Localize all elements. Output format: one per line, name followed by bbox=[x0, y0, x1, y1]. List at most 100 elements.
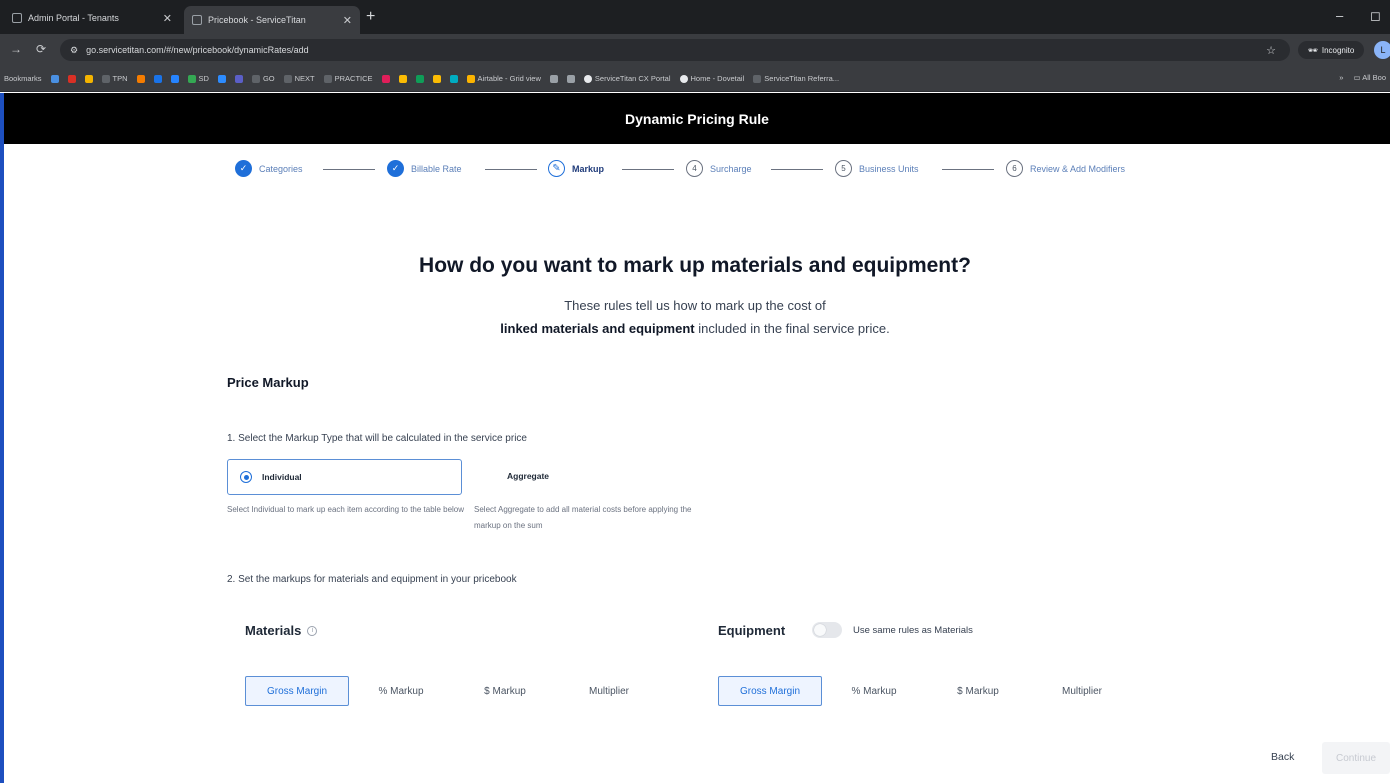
equipment-dollar-markup-option[interactable]: $ Markup bbox=[926, 676, 1030, 706]
step-business-units[interactable]: 5 Business Units bbox=[835, 160, 919, 177]
bookmark-icon-orange[interactable] bbox=[136, 74, 145, 83]
bookmark-folder-2[interactable] bbox=[566, 74, 575, 83]
subtitle-rest: included in the final service price. bbox=[694, 321, 890, 336]
step-review-add-modifiers[interactable]: 6 Review & Add Modifiers bbox=[1006, 160, 1125, 177]
step-categories[interactable]: ✓ Categories bbox=[235, 160, 303, 177]
bookmark-icon-teams[interactable] bbox=[234, 74, 243, 83]
info-icon[interactable]: i bbox=[307, 625, 318, 636]
new-tab-button[interactable]: + bbox=[366, 8, 375, 26]
step-connector bbox=[622, 169, 674, 170]
subtitle-bold: linked materials and equipment bbox=[500, 321, 695, 336]
minimize-button[interactable]: – bbox=[1336, 8, 1343, 23]
chevron-right-icon[interactable]: » bbox=[1339, 73, 1343, 82]
bookmark-icon-jira[interactable] bbox=[170, 74, 179, 83]
bookmark-practice[interactable]: PRACTICE bbox=[323, 74, 373, 83]
browser-tab-pricebook[interactable]: Pricebook - ServiceTitan ✕ bbox=[184, 6, 360, 34]
same-rules-toggle-label: Use same rules as Materials bbox=[853, 625, 973, 636]
materials-multiplier-option[interactable]: Multiplier bbox=[557, 676, 661, 706]
bookmark-tpn[interactable]: TPN bbox=[101, 74, 128, 83]
continue-button[interactable]: Continue bbox=[1322, 742, 1390, 774]
address-bar[interactable]: ⚙ go.servicetitan.com/#/new/pricebook/dy… bbox=[60, 39, 1290, 61]
materials-percent-markup-option[interactable]: % Markup bbox=[349, 676, 453, 706]
site-settings-icon[interactable]: ⚙ bbox=[70, 45, 78, 56]
bookmark-airtable[interactable]: Airtable - Grid view bbox=[466, 74, 541, 83]
materials-markup-selector: Gross Margin % Markup $ Markup Multiplie… bbox=[245, 676, 661, 706]
step-markup[interactable]: ✎ Markup bbox=[548, 160, 604, 177]
materials-gross-margin-option[interactable]: Gross Margin bbox=[245, 676, 349, 706]
subtitle-line-1: These rules tell us how to mark up the c… bbox=[564, 298, 826, 313]
forward-arrow-icon[interactable]: → bbox=[10, 42, 22, 56]
app-frame-border bbox=[0, 93, 4, 783]
bookmark-icon-folder[interactable] bbox=[432, 74, 441, 83]
bookmark-label: GO bbox=[262, 74, 275, 83]
bookmark-star-icon[interactable]: ☆ bbox=[1266, 44, 1276, 57]
bookmark-icon-zoom[interactable] bbox=[217, 74, 226, 83]
step-surcharge[interactable]: 4 Surcharge bbox=[686, 160, 752, 177]
bookmark-sd[interactable]: SD bbox=[187, 74, 209, 83]
radio-selected-icon[interactable] bbox=[240, 471, 252, 483]
bookmarks-overflow: » ▭ All Boo bbox=[1339, 73, 1386, 82]
equipment-percent-markup-option[interactable]: % Markup bbox=[822, 676, 926, 706]
step-connector bbox=[323, 169, 375, 170]
close-icon[interactable]: ✕ bbox=[343, 14, 352, 27]
tab-title: Admin Portal - Tenants bbox=[28, 13, 119, 23]
step-label: Categories bbox=[259, 163, 303, 174]
wizard-stepper: ✓ Categories ✓ Billable Rate ✎ Markup 4 … bbox=[0, 160, 1390, 180]
bookmarks-menu[interactable]: Bookmarks bbox=[4, 74, 42, 83]
option-label: Individual bbox=[262, 472, 302, 482]
markup-type-aggregate[interactable]: Aggregate bbox=[507, 471, 549, 481]
all-bookmarks-label: All Boo bbox=[1362, 73, 1386, 82]
avatar[interactable]: L bbox=[1374, 41, 1390, 59]
bookmark-dovetail[interactable]: Home - Dovetail bbox=[679, 74, 744, 83]
bookmark-icon-sheets[interactable] bbox=[415, 74, 424, 83]
equipment-gross-margin-option[interactable]: Gross Margin bbox=[718, 676, 822, 706]
equipment-multiplier-option[interactable]: Multiplier bbox=[1030, 676, 1134, 706]
bookmark-label: SD bbox=[198, 74, 209, 83]
equipment-label: Equipment bbox=[718, 623, 786, 638]
materials-dollar-markup-option[interactable]: $ Markup bbox=[453, 676, 557, 706]
bookmark-label: Airtable - Grid view bbox=[477, 74, 541, 83]
materials-label: Materials bbox=[245, 623, 302, 638]
incognito-icon: 🕶 bbox=[1307, 45, 1318, 55]
step-billable-rate[interactable]: ✓ Billable Rate bbox=[387, 160, 462, 177]
back-button[interactable]: Back bbox=[1271, 751, 1294, 763]
step-label: Markup bbox=[572, 163, 605, 174]
step-label: Review & Add Modifiers bbox=[1030, 163, 1126, 174]
bookmark-referral[interactable]: ServiceTitan Referra... bbox=[753, 74, 839, 83]
bookmark-label: TPN bbox=[112, 74, 128, 83]
restore-button[interactable]: ◻ bbox=[1370, 8, 1381, 24]
browser-tab-admin-portal[interactable]: Admin Portal - Tenants ✕ bbox=[4, 6, 180, 30]
incognito-badge[interactable]: 🕶 Incognito bbox=[1298, 41, 1364, 59]
bookmark-icon-gmail[interactable] bbox=[67, 74, 76, 83]
bookmark-next[interactable]: NEXT bbox=[283, 74, 315, 83]
browser-tab-strip: Admin Portal - Tenants ✕ Pricebook - Ser… bbox=[0, 0, 1390, 34]
individual-description: Select Individual to mark up each item a… bbox=[227, 505, 465, 514]
reload-icon[interactable]: ⟳ bbox=[36, 42, 46, 56]
bookmark-icon-blue[interactable] bbox=[50, 74, 59, 83]
bookmarks-label: Bookmarks bbox=[4, 74, 42, 83]
subtitle-line-2: linked materials and equipment included … bbox=[0, 321, 1390, 336]
bookmark-icon-blue2[interactable] bbox=[153, 74, 162, 83]
step-label: Billable Rate bbox=[411, 163, 462, 174]
step-connector bbox=[771, 169, 823, 170]
bookmarks-bar: Bookmarks TPN SD GO NEXT PRACTICE Airtab… bbox=[0, 66, 1390, 92]
bookmark-icon-slack[interactable] bbox=[381, 74, 390, 83]
tab-title: Pricebook - ServiceTitan bbox=[208, 15, 306, 25]
bookmark-label: ServiceTitan Referra... bbox=[764, 74, 840, 83]
bookmark-icon-yellow[interactable] bbox=[398, 74, 407, 83]
bookmark-folder-1[interactable] bbox=[549, 74, 558, 83]
equipment-title: Equipment bbox=[718, 623, 785, 638]
same-rules-toggle[interactable] bbox=[812, 622, 842, 638]
bookmark-icon-teal[interactable] bbox=[449, 74, 458, 83]
bookmark-label: PRACTICE bbox=[334, 74, 373, 83]
pencil-icon: ✎ bbox=[548, 160, 565, 177]
step-label: Business Units bbox=[859, 163, 919, 174]
close-icon[interactable]: ✕ bbox=[163, 12, 172, 25]
bookmark-icon-drive[interactable] bbox=[84, 74, 93, 83]
folder-icon[interactable]: ▭ All Boo bbox=[1353, 73, 1386, 82]
bookmark-go[interactable]: GO bbox=[251, 74, 275, 83]
globe-icon bbox=[192, 15, 202, 25]
markup-type-individual[interactable]: Individual bbox=[227, 459, 462, 495]
bookmark-cx-portal[interactable]: ServiceTitan CX Portal bbox=[583, 74, 671, 83]
question-markup-type: 1. Select the Markup Type that will be c… bbox=[227, 433, 527, 444]
